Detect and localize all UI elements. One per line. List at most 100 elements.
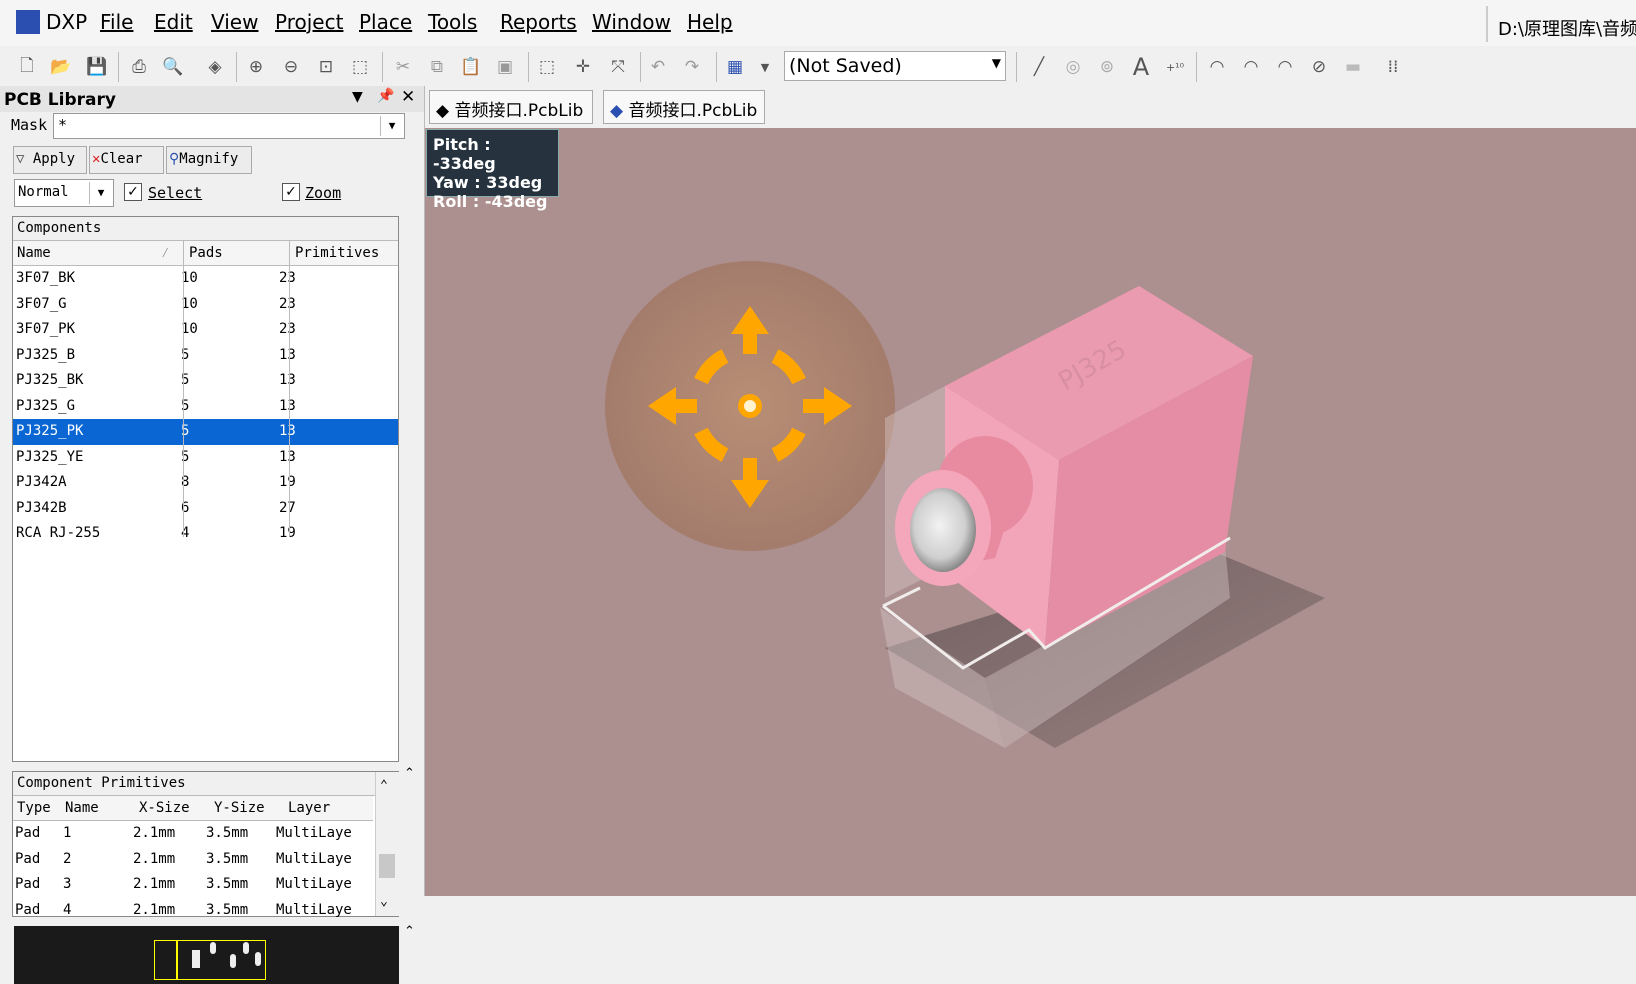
view-config-dropdown[interactable]: (Not Saved) ▼ [784, 51, 1006, 81]
place-string-icon[interactable]: A [1128, 53, 1154, 81]
toolbar-separator [118, 52, 119, 82]
component-row[interactable]: PJ325_G 5 13 [13, 394, 398, 420]
collapse-arrow-icon[interactable]: ⌃ [404, 924, 415, 939]
new-document-icon[interactable]: 🗋 [14, 54, 40, 80]
layer-stack-icon[interactable]: ◈ [202, 54, 228, 80]
place-via-icon[interactable]: ⊚ [1094, 54, 1120, 80]
copy-icon[interactable]: ⧉ [424, 54, 450, 80]
magnify-button[interactable]: ⚲Magnify [166, 146, 252, 174]
deselect-icon[interactable]: ⤧ [605, 54, 631, 80]
scroll-down-icon[interactable]: ⌄ [380, 894, 388, 909]
print-preview-icon[interactable]: 🔍 [160, 54, 186, 80]
component-primitives: 23 [279, 295, 296, 312]
close-icon[interactable]: ✕ [401, 87, 415, 107]
redo-icon[interactable]: ↷ [679, 54, 705, 80]
menu-view[interactable]: View [211, 10, 258, 34]
grid-dropdown-arrow-icon[interactable]: ▼ [752, 54, 778, 80]
collapse-arrow-icon[interactable]: ⌃ [404, 766, 415, 781]
rubber-stamp-icon[interactable]: ▣ [492, 54, 518, 80]
zoom-out-icon[interactable]: ⊖ [278, 54, 304, 80]
open-folder-icon[interactable]: 📂 [48, 54, 74, 80]
primitives-scrollbar[interactable]: ⌃ ⌄ [375, 772, 399, 916]
primitive-row[interactable]: Pad 2 2.1mm 3.5mm MultiLaye [13, 847, 363, 873]
component-row[interactable]: 3F07_G 10 23 [13, 292, 398, 318]
component-row[interactable]: PJ342B 6 27 [13, 496, 398, 522]
select-checkbox[interactable]: ✓ [124, 183, 142, 201]
component-row[interactable]: PJ325_YE 5 13 [13, 445, 398, 471]
zoom-area-icon[interactable]: ⬚ [347, 54, 373, 80]
undo-icon[interactable]: ↶ [645, 54, 671, 80]
arc-edge-icon[interactable]: ◠ [1238, 54, 1264, 80]
preview-pad [210, 942, 216, 954]
mode-dropdown[interactable]: Normal ▼ [14, 179, 114, 207]
menu-tools[interactable]: Tools [428, 10, 477, 34]
component-row[interactable]: 3F07_BK 10 23 [13, 266, 398, 292]
column-name[interactable]: Name [65, 800, 99, 816]
primitive-row[interactable]: Pad 4 2.1mm 3.5mm MultiLaye [13, 898, 363, 924]
3d-viewport[interactable]: Pitch : -33deg Yaw : 33deg Roll : -43deg [425, 128, 1636, 896]
primitive-row[interactable]: Pad 3 2.1mm 3.5mm MultiLaye [13, 872, 363, 898]
clear-button[interactable]: ✕Clear [89, 146, 164, 174]
menu-window[interactable]: Window [592, 10, 671, 34]
zoom-label: Zoom [305, 184, 342, 202]
column-name[interactable]: Name [17, 245, 51, 261]
component-primitives: 27 [279, 499, 296, 516]
column-layer[interactable]: Layer [288, 800, 330, 816]
select-area-icon[interactable]: ⬚ [534, 54, 560, 80]
save-icon[interactable]: 💾 [84, 54, 110, 80]
component-row[interactable]: PJ325_B 5 13 [13, 343, 398, 369]
scroll-up-icon[interactable]: ⌃ [380, 778, 388, 793]
arc-any-angle-icon[interactable]: ◠ [1272, 54, 1298, 80]
array-paste-icon[interactable]: ⁞⁞ [1380, 54, 1406, 80]
column-pads[interactable]: Pads [189, 245, 223, 261]
document-tab[interactable]: ◆ 音频接口.PcbLib [429, 90, 593, 124]
apply-button[interactable]: ▽ Apply [13, 146, 87, 174]
menu-help[interactable]: Help [687, 10, 733, 34]
column-y-size[interactable]: Y-Size [214, 800, 265, 816]
cut-icon[interactable]: ✂ [390, 54, 416, 80]
full-circle-icon[interactable]: ⊘ [1306, 54, 1332, 80]
component-row[interactable]: PJ325_BK 5 13 [13, 368, 398, 394]
component-row[interactable]: RCA RJ-255 4 19 [13, 521, 398, 547]
print-icon[interactable]: ⎙ [126, 54, 152, 80]
component-row[interactable]: 3F07_PK 10 23 [13, 317, 398, 343]
grid-icon[interactable]: ▦ [722, 54, 748, 80]
place-coordinate-icon[interactable]: +¹⁰ [1162, 54, 1188, 80]
pcb-library-panel: PCB Library ▼ 📌 ✕ Mask * ▼ ▽ Apply ✕Clea… [0, 86, 425, 984]
preview-viewport-box[interactable] [154, 940, 178, 980]
panel-menu-arrow-icon[interactable]: ▼ [352, 89, 363, 105]
column-x-size[interactable]: X-Size [139, 800, 190, 816]
zoom-fit-icon[interactable]: ⊡ [313, 54, 339, 80]
mask-input[interactable]: * ▼ [53, 113, 405, 139]
component-name: RCA RJ-255 [16, 525, 101, 541]
preview-viewport-box[interactable] [176, 940, 266, 980]
zoom-checkbox[interactable]: ✓ [282, 183, 300, 201]
arc-center-icon[interactable]: ◠ [1204, 54, 1230, 80]
document-tab[interactable]: ◆ 音频接口.PcbLib [603, 90, 765, 124]
toolbar-separator [236, 52, 237, 82]
menu-project[interactable]: Project [275, 10, 343, 34]
fill-icon[interactable]: ▬ [1340, 54, 1366, 80]
place-pad-icon[interactable]: ◎ [1060, 54, 1086, 80]
scroll-thumb[interactable] [379, 854, 395, 878]
dxp-logo-icon[interactable] [16, 10, 40, 34]
column-type[interactable]: Type [17, 800, 51, 816]
pin-icon[interactable]: 📌 [377, 88, 394, 104]
component-primitives: 13 [279, 397, 296, 414]
primitive-row[interactable]: Pad 1 2.1mm 3.5mm MultiLaye [13, 821, 363, 847]
menu-dxp[interactable]: DXP [46, 10, 87, 34]
menu-file[interactable]: File [100, 10, 133, 34]
component-row[interactable]: PJ325_PK 5 13 [13, 419, 398, 445]
menu-place[interactable]: Place [359, 10, 412, 34]
chevron-down-icon[interactable]: ▼ [380, 116, 403, 136]
paste-icon[interactable]: 📋 [458, 54, 484, 80]
zoom-in-icon[interactable]: ⊕ [243, 54, 269, 80]
component-primitives: 23 [279, 321, 296, 337]
menu-edit[interactable]: Edit [154, 10, 193, 34]
place-line-icon[interactable]: ╱ [1026, 54, 1052, 80]
move-icon[interactable]: ✛ [570, 54, 596, 80]
navigation-control[interactable] [605, 261, 895, 551]
component-row[interactable]: PJ342A 8 19 [13, 470, 398, 496]
column-primitives[interactable]: Primitives [295, 245, 379, 261]
menu-reports[interactable]: Reports [500, 10, 577, 34]
